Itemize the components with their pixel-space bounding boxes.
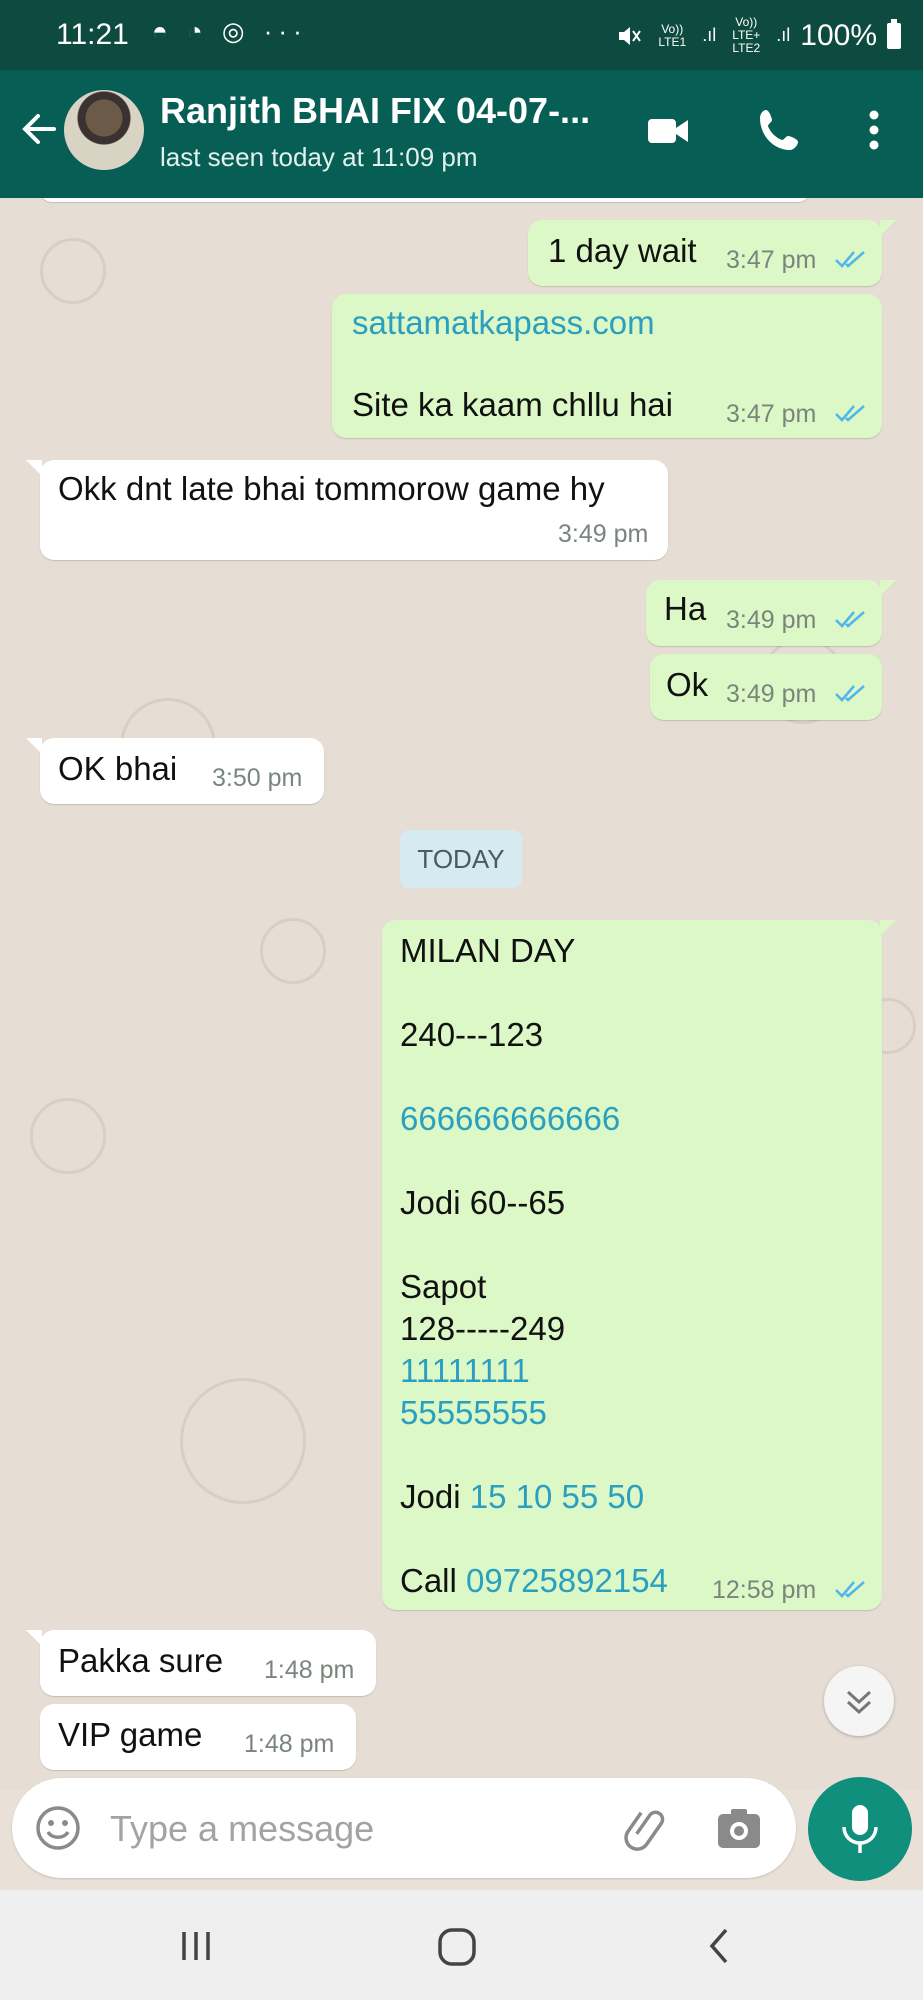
partial-message [40,198,810,202]
incoming-message[interactable]: Pakka sure 1:48 pm [26,1630,376,1696]
status-bar: 11:21 ◓ ◔ ◎ ··· Vo)) LTE1 .ıl Vo)) LTE+ … [0,0,923,70]
message-phone-link[interactable]: 15 10 55 50 [470,1478,644,1515]
video-call-icon[interactable] [640,102,696,158]
read-ticks-icon [835,611,865,628]
message-text: Ha [664,590,707,627]
signal-icon-2: .ıl [776,25,791,45]
microphone-icon [842,1805,878,1853]
read-ticks-icon [835,251,865,268]
scroll-to-bottom-button[interactable] [824,1666,894,1736]
signal-icon: .ıl [702,25,717,45]
read-ticks-icon [835,1581,865,1598]
wallpaper-doodle [40,238,106,304]
message-link[interactable]: sattamatkapass.com [352,304,655,342]
read-ticks-icon [835,685,865,702]
date-chip: TODAY [400,830,522,888]
status-time: 11:21 [56,18,129,51]
message-time: 12:58 pm [712,1576,817,1604]
emoji-icon[interactable] [34,1804,82,1852]
outgoing-message[interactable]: 1 day wait 3:47 pm [528,220,896,286]
message-phone-link[interactable]: 666666666666 [400,1100,620,1138]
message-time: 3:47 pm [726,400,817,428]
message-line: 240---123 [400,1016,544,1053]
voice-message-button[interactable] [808,1777,912,1881]
message-line: MILAN DAY [400,932,576,969]
more-vert-icon[interactable] [846,102,902,158]
message-text: OK bhai [58,750,178,787]
message-line: Sapot [400,1268,487,1305]
back-arrow-icon[interactable] [14,104,64,154]
camera-icon[interactable] [714,1804,764,1854]
outgoing-message[interactable]: sattamatkapass.com Site ka kaam chllu ha… [332,294,882,438]
outgoing-message[interactable]: MILAN DAY 240---123 666666666666 Jodi 60… [382,920,896,1610]
message-phone-link[interactable]: 09725892154 [466,1562,668,1599]
message-prefix: Jodi [400,1478,470,1515]
double-chevron-down-icon [846,1690,872,1715]
back-nav-icon[interactable] [700,1926,740,1966]
read-ticks-icon [835,405,865,422]
network-lte1: Vo)) LTE1 [658,21,687,49]
battery-percent: 100% [800,18,877,52]
message-line: Call 09725892154 [400,1562,668,1600]
incoming-message[interactable]: VIP game 1:48 pm [40,1704,356,1770]
message-time: 3:49 pm [726,680,817,708]
message-prefix: Call [400,1562,467,1599]
message-time: 3:50 pm [212,764,303,792]
message-time: 3:47 pm [726,246,817,274]
wallpaper-doodle [180,1378,306,1504]
contact-name[interactable]: Ranjith BHAI FIX 04-07-... [160,90,590,132]
message-text: Pakka sure [58,1642,224,1679]
message-time: 1:48 pm [244,1730,335,1758]
chat-area[interactable]: 1 day wait 3:47 pm sattamatkapass.com Si… [0,198,923,1790]
message-composer: Type a message [12,1778,796,1878]
attach-icon[interactable] [620,1802,674,1856]
wallpaper-doodle [30,1098,106,1174]
message-line: 128-----249 [400,1310,566,1347]
message-time: 3:49 pm [726,606,817,634]
wallpaper-doodle [260,918,326,984]
mute-icon [619,26,642,45]
phone-icon[interactable] [752,102,808,158]
message-text: Ok [666,666,709,703]
outgoing-message[interactable]: Ok 3:49 pm [650,654,882,720]
message-phone-link[interactable]: 11111111 [400,1352,530,1390]
notification-icons: ◓ ◔ ◎ ··· [152,16,308,46]
system-nav-bar [0,1890,923,2000]
message-time: 1:48 pm [264,1656,355,1684]
recent-apps-icon[interactable] [176,1926,216,1966]
message-text: Okk dnt late bhai tommorow game hy [58,470,605,507]
message-line: Jodi 60--65 [400,1184,566,1221]
message-text: Site ka kaam chllu hai [352,386,673,423]
message-text: VIP game [58,1716,203,1753]
status-right: Vo)) LTE1 .ıl Vo)) LTE+ LTE2 .ıl 100% [616,16,901,55]
last-seen: last seen today at 11:09 pm [160,142,478,172]
message-line: Jodi 15 10 55 50 [400,1478,644,1516]
incoming-message[interactable]: Okk dnt late bhai tommorow game hy 3:49 … [26,460,668,560]
home-icon[interactable] [436,1926,478,1968]
chat-header: Ranjith BHAI FIX 04-07-... last seen tod… [0,70,923,198]
message-input[interactable]: Type a message [110,1808,374,1850]
outgoing-message[interactable]: Ha 3:49 pm [646,580,896,646]
incoming-message[interactable]: OK bhai 3:50 pm [26,738,324,804]
message-text: 1 day wait [548,232,697,269]
avatar[interactable] [64,90,144,170]
battery-icon [887,18,901,49]
message-phone-link[interactable]: 55555555 [400,1394,547,1432]
network-lte2: Vo)) LTE+ LTE2 [732,15,761,55]
message-time: 3:49 pm [558,520,649,548]
